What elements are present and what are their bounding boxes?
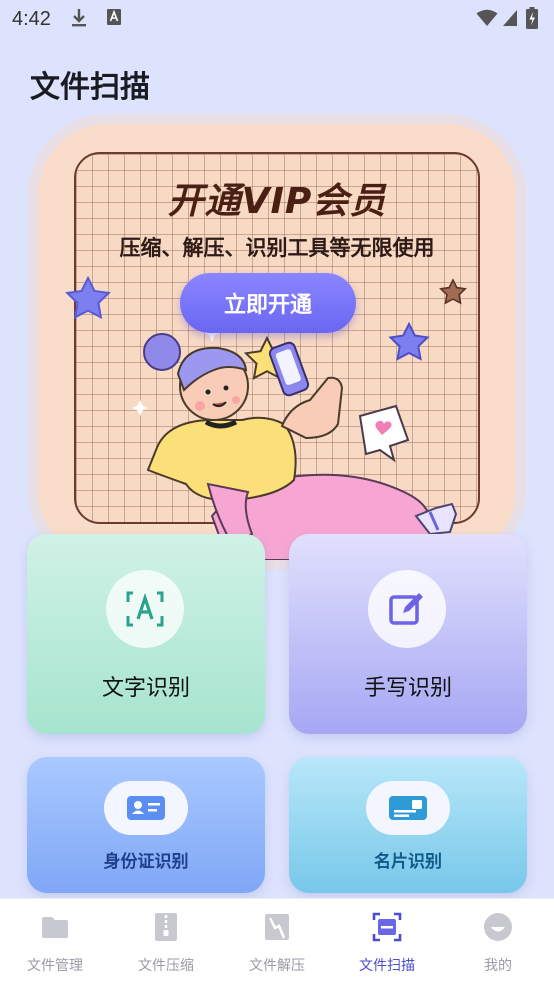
unzip-icon — [265, 914, 289, 940]
business-card-recognition-label: 名片识别 — [374, 852, 442, 872]
star-icon — [388, 321, 430, 361]
nav-label: 文件扫描 — [359, 958, 415, 974]
handwriting-recognition-label: 手写识别 — [363, 676, 452, 701]
nav-label: 文件压缩 — [138, 958, 194, 974]
app-notification-icon — [106, 8, 122, 30]
page-title: 文件扫描 — [30, 70, 150, 105]
star-icon — [65, 275, 111, 320]
business-card-recognition-card[interactable]: 名片识别 — [289, 757, 527, 893]
id-card-icon — [104, 781, 188, 835]
scan-icon — [372, 912, 402, 942]
battery-icon — [526, 7, 538, 33]
nav-file-extract[interactable]: 文件解压 — [222, 899, 332, 984]
star-icon — [439, 278, 467, 305]
banner-title: 开通VIP会员 — [167, 181, 387, 222]
wifi-icon — [476, 9, 498, 31]
nav-label: 我的 — [484, 958, 512, 974]
edit-icon — [368, 570, 446, 648]
id-card-recognition-card[interactable]: 身份证识别 — [27, 757, 265, 893]
nav-file-scan[interactable]: 文件扫描 — [332, 899, 442, 984]
activate-vip-button[interactable]: 立即开通 — [180, 273, 356, 333]
bottom-navigation: 文件管理 文件压缩 文件解压 文件扫描 我的 — [0, 898, 554, 984]
id-card-recognition-label: 身份证识别 — [103, 852, 189, 872]
download-icon — [70, 8, 88, 32]
nav-file-compress[interactable]: 文件压缩 — [111, 899, 221, 984]
handwriting-recognition-card[interactable]: 手写识别 — [289, 534, 527, 734]
text-recognition-card[interactable]: 文字识别 — [27, 534, 265, 734]
status-bar: 4:42 — [0, 0, 554, 38]
vip-banner[interactable]: 开通VIP会员 压缩、解压、识别工具等无限使用 立即开通 — [38, 124, 516, 560]
cell-signal-icon — [502, 9, 518, 31]
zip-icon — [155, 913, 177, 941]
sparkle-icon — [132, 400, 148, 416]
status-time: 4:42 — [12, 8, 51, 30]
nav-file-management[interactable]: 文件管理 — [0, 899, 110, 984]
business-card-icon — [366, 781, 450, 835]
text-recognition-icon — [106, 570, 184, 648]
nav-label: 文件解压 — [249, 958, 305, 974]
folder-icon — [42, 917, 68, 938]
banner-subtitle: 压缩、解压、识别工具等无限使用 — [119, 236, 435, 260]
nav-label: 文件管理 — [27, 958, 83, 974]
nav-profile[interactable]: 我的 — [443, 899, 553, 984]
profile-icon — [484, 913, 512, 941]
text-recognition-label: 文字识别 — [101, 676, 190, 701]
